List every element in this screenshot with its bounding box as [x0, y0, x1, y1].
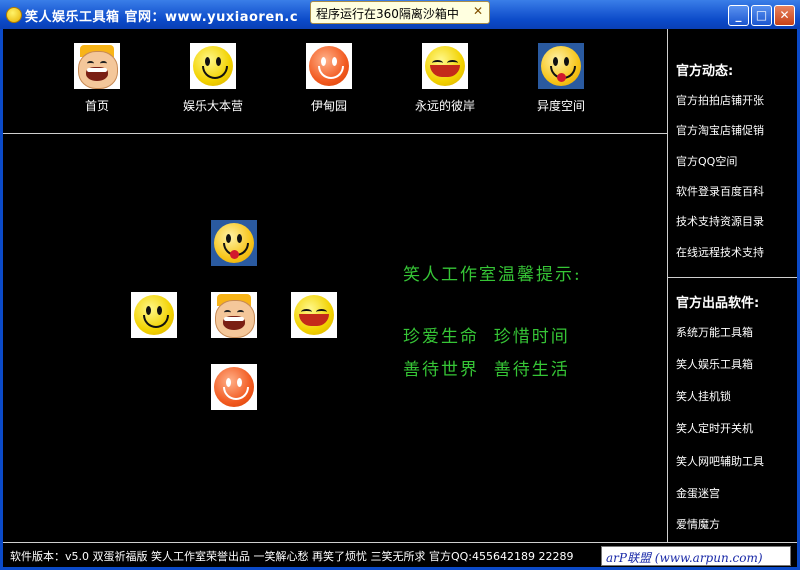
laughing-kid-icon — [74, 43, 120, 89]
cross-center-laughing-kid[interactable] — [211, 292, 257, 342]
tongue-smiley-icon — [291, 292, 337, 338]
products-heading: 官方出品软件: — [676, 296, 760, 311]
product-link-system-toolbox[interactable]: 系统万能工具箱 — [676, 324, 753, 340]
greeting-line-2: 善待世界 善待生活 — [403, 360, 570, 380]
cross-right-tongue-smiley[interactable] — [291, 292, 337, 342]
product-link-timer[interactable]: 笑人定时开关机 — [676, 420, 753, 436]
cross-left-smiley[interactable] — [131, 292, 177, 342]
news-link-baike[interactable]: 软件登录百度百科 — [676, 183, 764, 199]
news-heading: 官方动态: — [676, 64, 734, 79]
cross-bottom-red-smiley[interactable] — [211, 364, 257, 414]
top-navigation: 首页 娱乐大本营 伊甸园 永远的彼岸 异度空间 — [3, 29, 667, 133]
red-smiley-icon — [211, 364, 257, 410]
watermark-text: arP联盟 (www.arpun.com) — [606, 551, 763, 565]
top-divider — [3, 133, 667, 134]
sidebar-section-divider — [668, 277, 797, 278]
nav-item-label: 首页 — [84, 99, 109, 113]
nav-item-label: 永远的彼岸 — [414, 99, 475, 113]
nav-item-label: 异度空间 — [536, 99, 585, 113]
greeting-title: 笑人工作室温馨提示: — [403, 265, 582, 285]
news-link-taobao[interactable]: 官方淘宝店铺促销 — [676, 122, 764, 138]
red-smiley-icon — [306, 43, 352, 89]
product-link-entertainment-toolbox[interactable]: 笑人娱乐工具箱 — [676, 356, 753, 372]
product-link-lock[interactable]: 笑人挂机锁 — [676, 388, 731, 404]
nav-item-eden[interactable]: 伊甸园 — [279, 43, 379, 114]
title-bar[interactable]: 笑人娱乐工具箱 官网：www.yuxiaoren.c 程序运行在360隔离沙箱中… — [0, 0, 800, 29]
tongue-smiley-icon — [422, 43, 468, 89]
sandbox-notice-tab[interactable]: 程序运行在360隔离沙箱中 ✕ — [310, 1, 490, 24]
sidebar-divider — [667, 29, 668, 542]
nav-item-entertainment[interactable]: 娱乐大本营 — [163, 43, 263, 114]
nav-item-label: 娱乐大本营 — [182, 99, 243, 113]
news-link-paipai[interactable]: 官方拍拍店铺开张 — [676, 92, 764, 108]
close-button[interactable]: ✕ — [774, 5, 795, 26]
minimize-button[interactable]: _ — [728, 5, 749, 26]
product-link-love-cube[interactable]: 爱情魔方 — [676, 516, 720, 532]
sandbox-close-icon[interactable]: ✕ — [473, 4, 483, 18]
cross-top-tongue-out-smiley[interactable] — [211, 220, 257, 270]
status-text: 软件版本：v5.0 双蛋祈福版 笑人工作室荣誉出品 一笑解心愁 再笑了烦忧 三笑… — [10, 550, 574, 563]
news-link-remote-support[interactable]: 在线远程技术支持 — [676, 244, 764, 260]
smiley-icon — [190, 43, 236, 89]
nav-item-label: 伊甸园 — [310, 99, 347, 113]
greeting-line-1: 珍爱生命 珍惜时间 — [403, 327, 570, 347]
news-link-resources[interactable]: 技术支持资源目录 — [676, 213, 764, 229]
sandbox-notice-text: 程序运行在360隔离沙箱中 — [316, 7, 459, 21]
smiley-icon — [131, 292, 177, 338]
tongue-out-smiley-icon — [538, 43, 584, 89]
watermark: arP联盟 (www.arpun.com) — [601, 546, 791, 566]
news-link-qq-space[interactable]: 官方QQ空间 — [676, 153, 737, 169]
app-smiley-icon — [6, 7, 22, 23]
laughing-kid-icon — [211, 292, 257, 338]
product-link-netcafe[interactable]: 笑人网吧辅助工具 — [676, 453, 764, 469]
product-link-maze[interactable]: 金蛋迷宫 — [676, 485, 720, 501]
window-title: 笑人娱乐工具箱 官网：www.yuxiaoren.c — [25, 10, 299, 25]
maximize-button[interactable]: □ — [751, 5, 772, 26]
nav-item-far-shore[interactable]: 永远的彼岸 — [395, 43, 495, 114]
tongue-out-smiley-icon — [211, 220, 257, 266]
nav-item-other-space[interactable]: 异度空间 — [511, 43, 611, 114]
nav-item-home[interactable]: 首页 — [47, 43, 147, 114]
